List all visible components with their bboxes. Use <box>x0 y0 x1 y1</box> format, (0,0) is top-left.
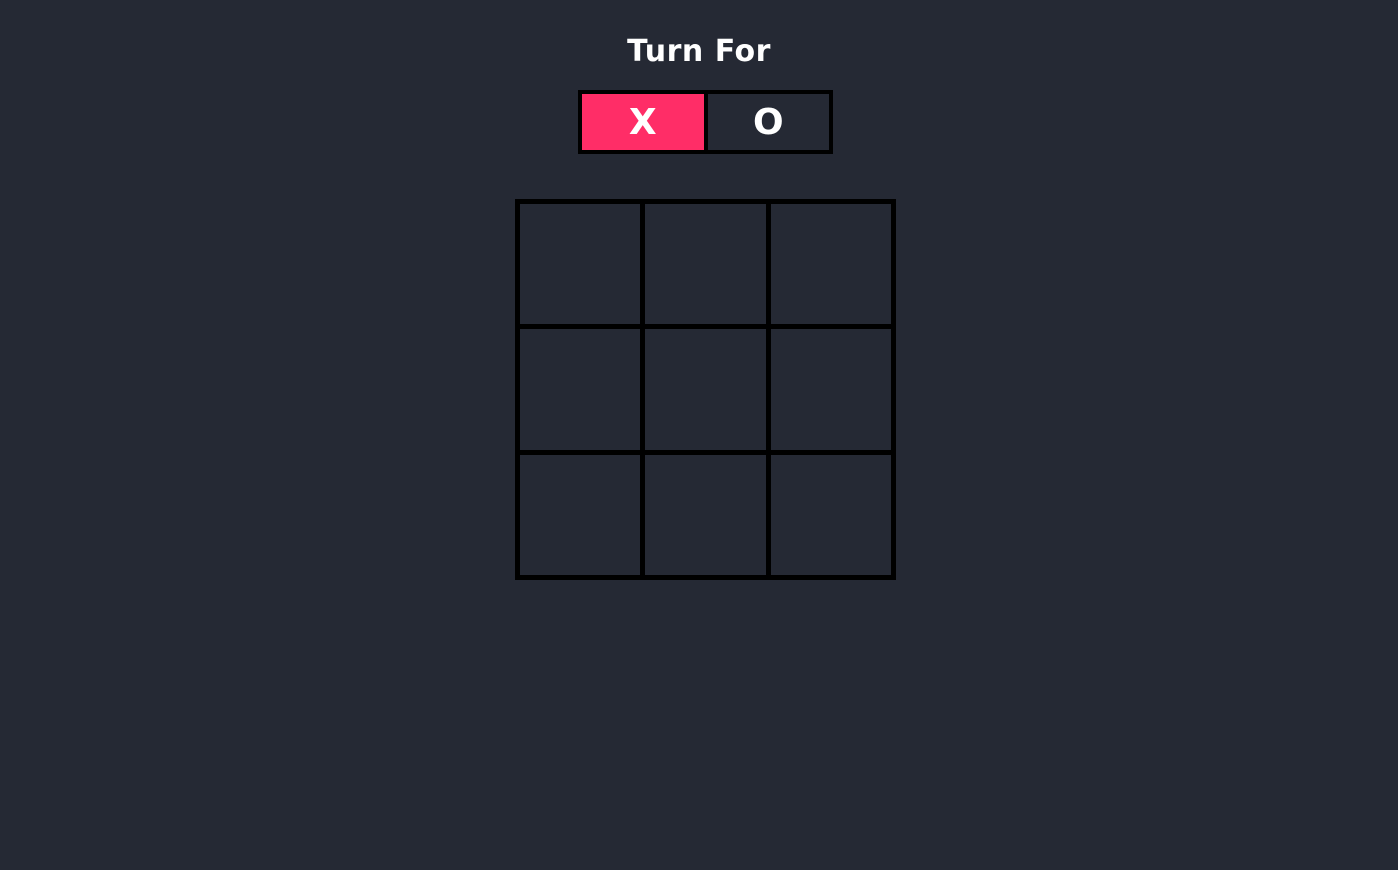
board-cell[interactable] <box>770 454 891 575</box>
turn-x-button[interactable]: X <box>582 94 704 150</box>
game-board <box>515 199 896 580</box>
board-cell[interactable] <box>645 204 766 325</box>
board-cell[interactable] <box>520 454 641 575</box>
turn-o-button[interactable]: O <box>707 94 829 150</box>
board-cell[interactable] <box>645 454 766 575</box>
board-cell[interactable] <box>645 329 766 450</box>
board-cell[interactable] <box>520 329 641 450</box>
turn-indicator: X O <box>578 90 833 154</box>
turn-title: Turn For <box>627 34 771 69</box>
board-cell[interactable] <box>520 204 641 325</box>
board-cell[interactable] <box>770 204 891 325</box>
board-cell[interactable] <box>770 329 891 450</box>
